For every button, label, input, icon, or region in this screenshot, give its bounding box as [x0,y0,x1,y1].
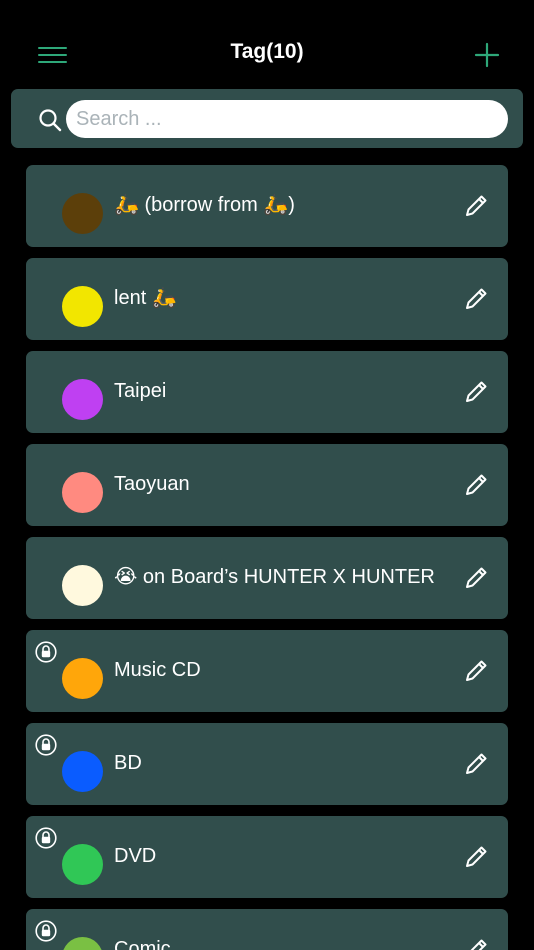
tag-color-swatch [62,937,103,950]
tag-color-swatch [62,658,103,699]
pencil-icon[interactable] [463,565,489,591]
tag-row[interactable]: Comic [26,909,508,950]
tag-row[interactable]: 🛵 (borrow from 🛵) [26,165,508,247]
pencil-icon[interactable] [463,193,489,219]
lock-icon [35,827,57,849]
pencil-icon[interactable] [463,658,489,684]
tag-label: DVD [114,845,157,867]
tag-row[interactable]: lent 🛵 [26,258,508,340]
tag-color-swatch [62,844,103,885]
tag-color-swatch [62,751,103,792]
tag-label: Taoyuan [114,473,190,495]
tag-label: Taipei [114,380,167,402]
tag-row[interactable]: 😭 on Board’s HUNTER X HUNTER [26,537,508,619]
navigation-bar: Tag(10) [0,0,534,88]
search-bar [11,89,523,148]
search-icon[interactable] [38,108,62,132]
tag-label: BD [114,752,142,774]
tag-color-swatch [62,286,103,327]
tag-label: 😭 on Board’s HUNTER X HUNTER [114,566,435,588]
pencil-icon[interactable] [463,286,489,312]
tag-row[interactable]: Taipei [26,351,508,433]
search-input[interactable] [66,100,508,138]
lock-icon [35,641,57,663]
tag-color-swatch [62,472,103,513]
tag-label: Comic [114,938,171,950]
tag-color-swatch [62,565,103,606]
lock-icon [35,920,57,942]
tag-row[interactable]: Music CD [26,630,508,712]
tag-list-screen: Tag(10) 🛵 (borrow from 🛵) lent 🛵 Taipei Tao… [0,0,534,950]
pencil-icon[interactable] [463,844,489,870]
tag-color-swatch [62,379,103,420]
pencil-icon[interactable] [463,379,489,405]
tag-row[interactable]: BD [26,723,508,805]
plus-icon[interactable] [474,42,500,68]
tag-label: lent 🛵 [114,287,177,309]
tag-row[interactable]: Taoyuan [26,444,508,526]
pencil-icon[interactable] [463,472,489,498]
pencil-icon[interactable] [463,751,489,777]
pencil-icon[interactable] [463,937,489,950]
tag-label: Music CD [114,659,201,681]
tag-color-swatch [62,193,103,234]
tag-row[interactable]: DVD [26,816,508,898]
tag-label: 🛵 (borrow from 🛵) [114,194,295,216]
page-title: Tag(10) [230,40,304,63]
lock-icon [35,734,57,756]
